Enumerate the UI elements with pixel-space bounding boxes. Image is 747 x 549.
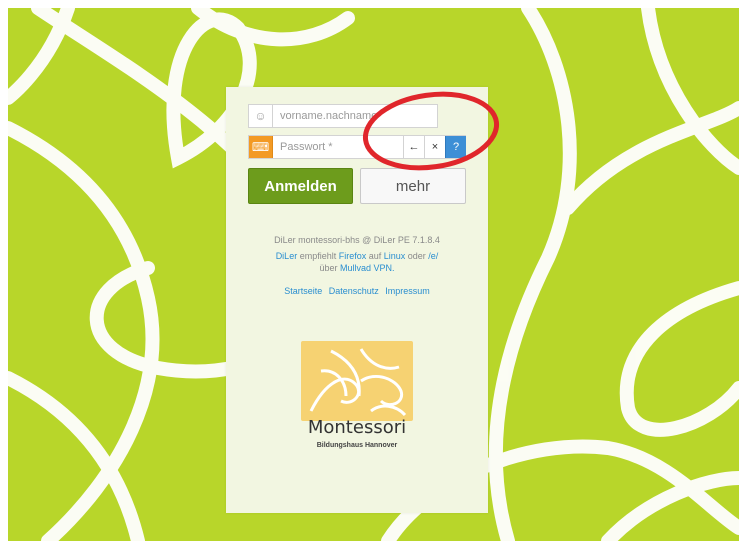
link-impressum[interactable]: Impressum — [385, 286, 430, 296]
username-placeholder: vorname.nachname — [280, 110, 378, 122]
clear-button[interactable]: × — [424, 136, 445, 158]
text-oder: oder — [405, 251, 429, 261]
help-button[interactable]: ? — [445, 136, 466, 158]
link-startseite[interactable]: Startseite — [284, 286, 322, 296]
footer-links: Startseite Datenschutz Impressum — [226, 286, 488, 296]
password-placeholder: Passwort * — [280, 141, 333, 153]
linux-link[interactable]: Linux — [384, 251, 406, 261]
logo-tile — [301, 341, 413, 421]
leaf-icon — [309, 348, 407, 417]
text-auf: auf — [366, 251, 384, 261]
more-button[interactable]: mehr — [360, 168, 466, 204]
version-line: DiLer montessori-bhs @ DiLer PE 7.1.8.4 — [274, 235, 440, 245]
username-field[interactable]: ☺ vorname.nachname — [248, 104, 438, 128]
logo-name: Montessori — [307, 417, 407, 438]
keyboard-icon: ⌨ — [249, 136, 273, 158]
recommendation-text: DiLer empfiehlt Firefox auf Linux oder /… — [226, 250, 488, 274]
montessori-logo: Montessori Bildungshaus Hannover — [298, 341, 416, 458]
diler-link[interactable]: DiLer — [276, 251, 298, 261]
password-field[interactable]: ⌨ Passwort * ← × ? — [248, 135, 466, 159]
back-arrow-button[interactable]: ← — [403, 136, 424, 158]
e-os-link[interactable]: /e/ — [428, 251, 438, 261]
logo-subtitle: Bildungshaus Hannover — [316, 442, 398, 449]
link-datenschutz[interactable]: Datenschutz — [329, 286, 379, 296]
text-empfiehlt: empfiehlt — [297, 251, 339, 261]
text-ueber: über — [319, 263, 340, 273]
firefox-link[interactable]: Firefox — [339, 251, 367, 261]
mullvad-vpn-link[interactable]: Mullvad VPN. — [340, 263, 395, 273]
user-icon: ☺ — [249, 105, 273, 127]
login-card: ☺ vorname.nachname ⌨ Passwort * ← × ? An… — [226, 87, 488, 513]
login-button[interactable]: Anmelden — [248, 168, 353, 204]
